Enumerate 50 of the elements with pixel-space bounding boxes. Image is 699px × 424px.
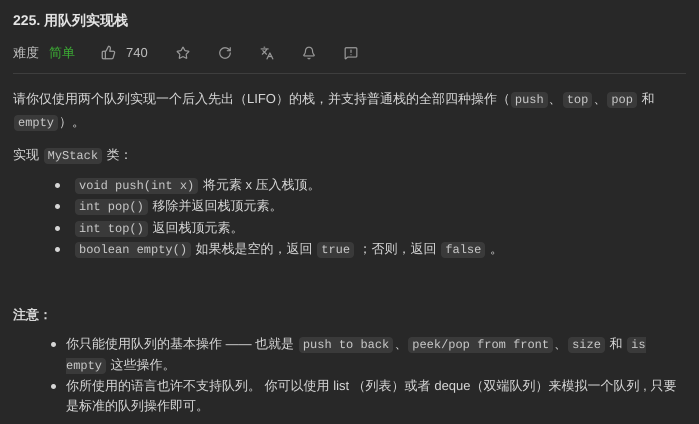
- bullet-icon: [51, 384, 56, 389]
- text: 你只能使用队列的基本操作 —— 也就是: [66, 336, 296, 351]
- inline-code: peek/pop from front: [408, 337, 554, 353]
- text: 实现: [13, 146, 40, 162]
- text: ）。: [59, 114, 86, 128]
- text: ；否则，返回: [358, 241, 438, 256]
- text: 如果栈是空的，返回: [194, 241, 314, 256]
- text: 这些操作。: [110, 357, 176, 372]
- like-count: 740: [126, 44, 148, 62]
- translate-icon[interactable]: [260, 46, 274, 60]
- feedback-icon[interactable]: [344, 46, 358, 60]
- difficulty-label: 难度: [13, 44, 39, 62]
- bullet-icon: [55, 247, 60, 252]
- inline-code: true: [317, 242, 354, 258]
- text: 、: [394, 336, 408, 351]
- refresh-icon[interactable]: [218, 46, 232, 60]
- bullet-icon: [55, 226, 60, 230]
- text: 类：: [106, 146, 133, 162]
- difficulty-value: 简单: [49, 44, 75, 62]
- bullet-icon: [55, 204, 60, 209]
- inline-code: MyStack: [44, 148, 102, 164]
- text: 请你仅使用两个队列实现一个后入先出（LIFO）的栈，并支持普通栈的全部四种操作（: [13, 90, 510, 106]
- text: 、: [548, 90, 562, 106]
- inline-code: push to back: [298, 337, 394, 353]
- inline-code: push: [510, 92, 548, 108]
- inline-code: size: [568, 337, 605, 353]
- star-icon[interactable]: [176, 46, 190, 60]
- text: 、: [554, 336, 568, 351]
- text: 将元素 x 压入栈顶。: [202, 176, 321, 192]
- inline-code: top: [562, 92, 592, 108]
- inline-code: int pop(): [75, 199, 148, 215]
- text: 。: [488, 241, 503, 256]
- text: 、: [593, 90, 606, 106]
- bullet-icon: [51, 342, 56, 347]
- inline-code: pop: [607, 92, 637, 108]
- inline-code: false: [441, 242, 486, 258]
- bullet-icon: [55, 182, 60, 188]
- note-heading: 注意：: [13, 306, 53, 324]
- text: 和: [608, 336, 624, 351]
- inline-code: void push(int x): [75, 178, 198, 194]
- bell-icon[interactable]: [302, 46, 316, 60]
- problem-title: 225. 用队列实现栈: [13, 11, 130, 30]
- text: 返回栈顶元素。: [151, 220, 244, 234]
- inline-code: empty: [14, 114, 58, 130]
- text: 移除并返回栈顶元素。: [151, 198, 282, 213]
- inline-code: int top(): [75, 220, 148, 236]
- inline-code: boolean empty(): [75, 242, 192, 258]
- text: 和: [640, 90, 655, 106]
- thumbs-up-icon[interactable]: [101, 45, 116, 60]
- text: 你所使用的语言也许不支持队列。 你可以使用 list （列表）或者 deque（双端队列）来模拟一个队列 , 只要是标准的队列操作即可。: [66, 378, 676, 413]
